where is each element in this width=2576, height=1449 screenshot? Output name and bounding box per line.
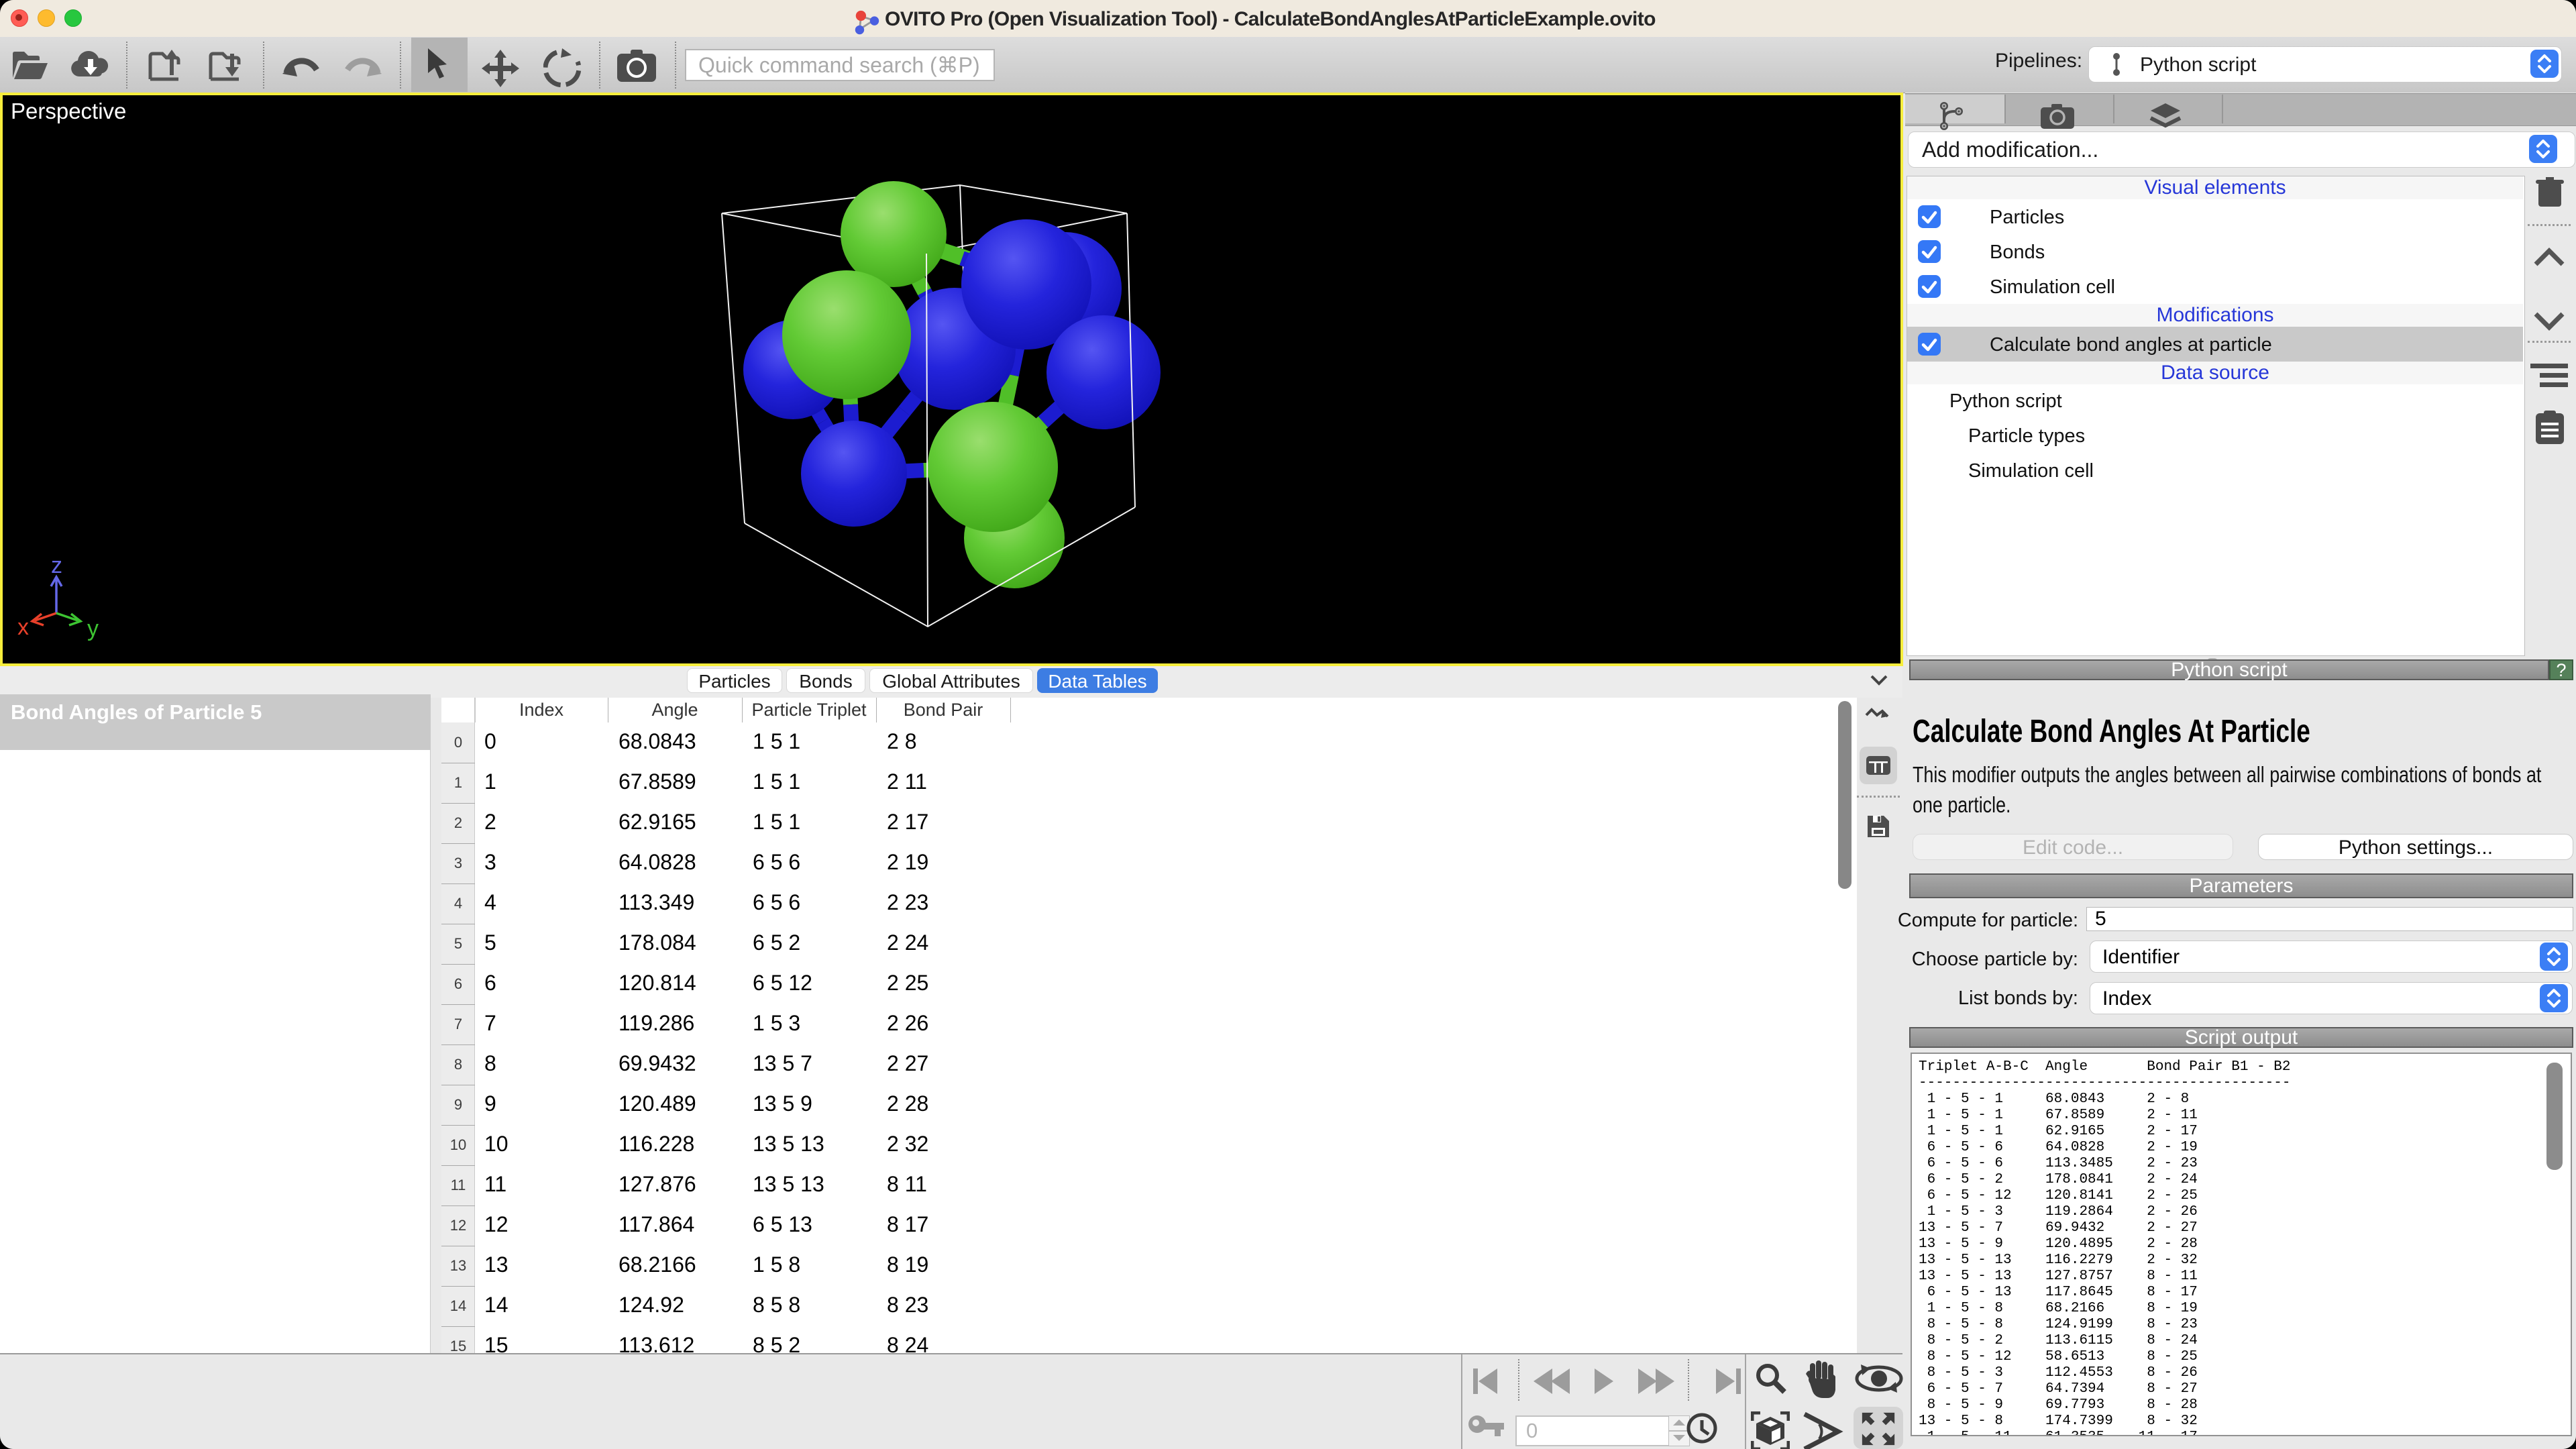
svg-text:y: y — [87, 616, 99, 641]
svg-text:x: x — [17, 614, 29, 640]
svg-text:z: z — [51, 553, 62, 578]
